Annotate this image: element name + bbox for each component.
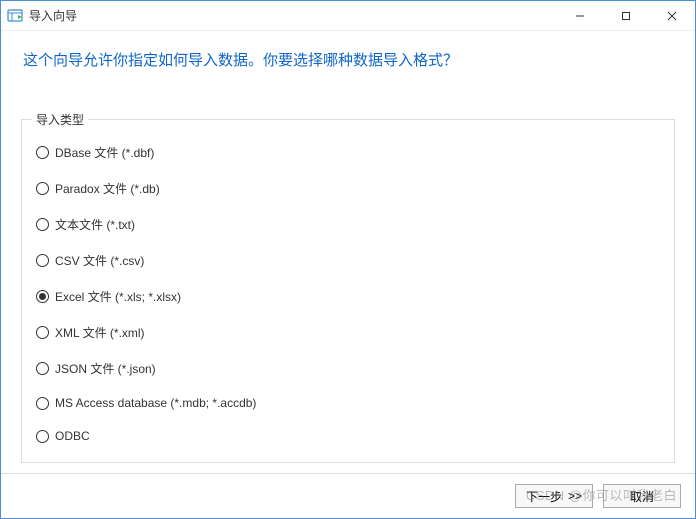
radio-option[interactable]: JSON 文件 (*.json) [36,360,660,377]
radio-label: XML 文件 (*.xml) [55,324,145,341]
titlebar: 导入向导 [1,1,695,31]
radio-option[interactable]: 文本文件 (*.txt) [36,216,660,233]
radio-option[interactable]: MS Access database (*.mdb; *.accdb) [36,396,660,410]
window-title: 导入向导 [29,7,557,24]
radio-icon [36,182,49,195]
next-button-suffix: >> [568,489,582,503]
radio-label: 文本文件 (*.txt) [55,216,135,233]
maximize-button[interactable] [603,1,649,31]
radio-icon [36,218,49,231]
radio-option[interactable]: Excel 文件 (*.xls; *.xlsx) [36,288,660,305]
minimize-button[interactable] [557,1,603,31]
radio-list: DBase 文件 (*.dbf) Paradox 文件 (*.db) 文本文件 (*… [36,138,660,443]
group-label: 导入类型 [32,111,88,128]
radio-icon [36,146,49,159]
cancel-button[interactable]: 取消 [603,484,681,508]
import-type-group: 导入类型 DBase 文件 (*.dbf)Paradox 文件 (*.db)文本… [21,119,675,463]
radio-label: Excel 文件 (*.xls; *.xlsx) [55,288,181,305]
radio-label: ODBC [55,429,90,443]
radio-option[interactable]: Paradox 文件 (*.db) [36,180,660,197]
window-controls [557,1,695,30]
radio-label: CSV 文件 (*.csv) [55,252,144,269]
radio-icon [36,397,49,410]
app-icon [7,8,23,24]
radio-option[interactable]: CSV 文件 (*.csv) [36,252,660,269]
radio-label: JSON 文件 (*.json) [55,360,156,377]
radio-label: MS Access database (*.mdb; *.accdb) [55,396,256,410]
radio-icon [36,326,49,339]
radio-option[interactable]: XML 文件 (*.xml) [36,324,660,341]
radio-option[interactable]: DBase 文件 (*.dbf) [36,144,660,161]
next-button[interactable]: 下一步 >> [515,484,593,508]
radio-label: Paradox 文件 (*.db) [55,180,160,197]
cancel-button-label: 取消 [630,488,654,505]
wizard-heading: 这个向导允许你指定如何导入数据。你要选择哪种数据导入格式？ [1,31,695,80]
radio-option[interactable]: ODBC [36,429,660,443]
close-button[interactable] [649,1,695,31]
next-button-label: 下一步 [526,488,562,505]
bottom-bar: 下一步 >> 取消 [1,473,695,518]
radio-icon [36,290,49,303]
radio-icon [36,254,49,267]
radio-label: DBase 文件 (*.dbf) [55,144,154,161]
radio-icon [36,430,49,443]
radio-icon [36,362,49,375]
